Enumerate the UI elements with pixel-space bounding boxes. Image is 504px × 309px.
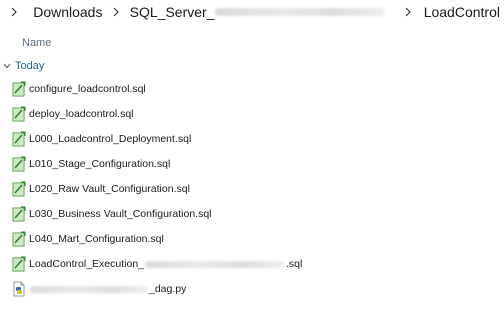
python-file-icon xyxy=(12,281,26,297)
sql-file-icon xyxy=(12,181,26,197)
file-row[interactable]: L020_Raw Vault_Configuration.sql xyxy=(0,178,504,200)
file-name: LoadControl_Execution_ .sql xyxy=(29,255,302,273)
file-name-prefix: LoadControl_Execution_ xyxy=(29,258,144,270)
sql-file-icon xyxy=(12,231,26,247)
breadcrumb-item-sql-server-label: SQL_Server_ xyxy=(129,4,215,20)
redacted-text xyxy=(214,8,385,16)
chevron-right-icon[interactable] xyxy=(110,3,121,21)
file-row[interactable]: L030_Business Vault_Configuration.sql xyxy=(0,203,504,225)
file-name: L010_Stage_Configuration.sql xyxy=(29,158,171,170)
breadcrumb-item-downloads[interactable]: Downloads xyxy=(29,3,106,21)
chevron-down-icon[interactable] xyxy=(2,61,12,71)
file-name: deploy_loadcontrol.sql xyxy=(29,108,134,120)
sql-file-icon xyxy=(12,206,26,222)
breadcrumb-item-sql-server[interactable]: SQL_Server_ xyxy=(126,3,389,21)
sql-file-icon xyxy=(12,256,26,272)
column-header-name[interactable]: Name xyxy=(22,37,51,49)
file-explorer-window: Downloads SQL_Server_ LoadControl Name T… xyxy=(0,0,504,309)
redacted-text xyxy=(30,285,148,293)
file-name: _dag.py xyxy=(29,280,186,298)
file-row[interactable]: _dag.py xyxy=(0,278,504,300)
group-header-label: Today xyxy=(15,60,45,72)
file-name: L020_Raw Vault_Configuration.sql xyxy=(29,183,190,195)
sql-file-icon xyxy=(12,156,26,172)
file-row[interactable]: L010_Stage_Configuration.sql xyxy=(0,153,504,175)
chevron-right-icon[interactable] xyxy=(8,3,19,21)
file-row[interactable]: deploy_loadcontrol.sql xyxy=(0,103,504,125)
file-name-suffix: _dag.py xyxy=(149,283,187,295)
group-header-today[interactable]: Today xyxy=(2,60,44,72)
file-name: L040_Mart_Configuration.sql xyxy=(29,233,164,245)
chevron-right-icon[interactable] xyxy=(403,3,414,21)
file-row[interactable]: L040_Mart_Configuration.sql xyxy=(0,228,504,250)
sql-file-icon xyxy=(12,81,26,97)
file-name-suffix: .sql xyxy=(286,258,303,270)
file-name: L000_Loadcontrol_Deployment.sql xyxy=(29,133,192,145)
breadcrumb-item-loadcontrol[interactable]: LoadControl xyxy=(420,3,504,21)
redacted-text xyxy=(145,260,285,268)
file-row[interactable]: LoadControl_Execution_ .sql xyxy=(0,253,504,275)
file-row[interactable]: configure_loadcontrol.sql xyxy=(0,78,504,100)
sql-file-icon xyxy=(12,106,26,122)
breadcrumb: Downloads SQL_Server_ LoadControl xyxy=(0,0,504,24)
file-row[interactable]: L000_Loadcontrol_Deployment.sql xyxy=(0,128,504,150)
file-name: L030_Business Vault_Configuration.sql xyxy=(29,208,212,220)
sql-file-icon xyxy=(12,131,26,147)
file-name: configure_loadcontrol.sql xyxy=(29,83,146,95)
